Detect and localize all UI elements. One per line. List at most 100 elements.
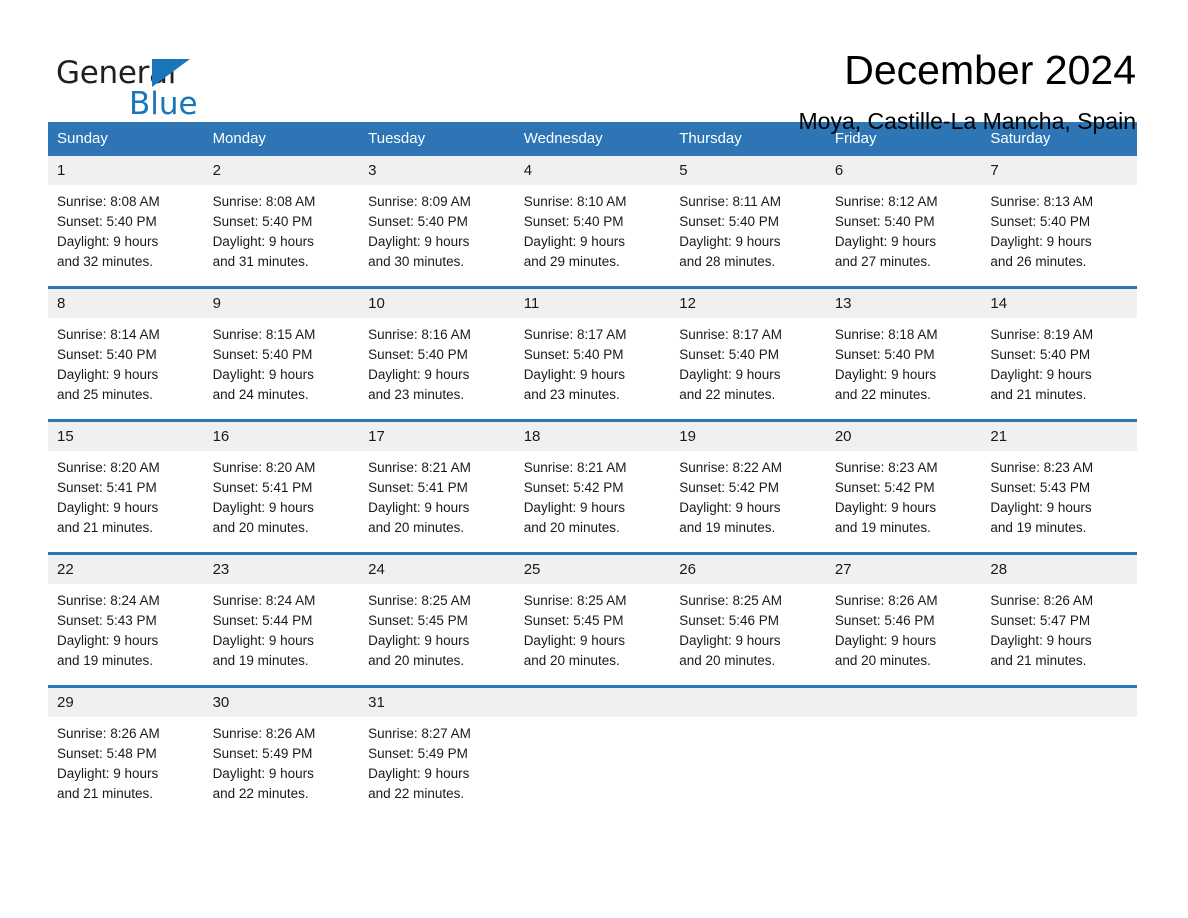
day-cell[interactable]: 27 Sunrise: 8:26 AM Sunset: 5:46 PM Dayl… (825, 552, 982, 687)
day-details: Sunrise: 8:26 AM Sunset: 5:49 PM Dayligh… (204, 717, 360, 818)
sunrise-text: Sunrise: 8:08 AM (57, 194, 160, 209)
day-cell[interactable]: 6 Sunrise: 8:12 AM Sunset: 5:40 PM Dayli… (825, 156, 982, 288)
day-cell[interactable]: 7 Sunrise: 8:13 AM Sunset: 5:40 PM Dayli… (981, 156, 1137, 288)
sunrise-text: Sunrise: 8:23 AM (990, 460, 1094, 475)
day-details: Sunrise: 8:08 AM Sunset: 5:40 PM Dayligh… (48, 185, 204, 286)
sunset-text: Sunset: 5:40 PM (57, 214, 157, 229)
day-details: Sunrise: 8:09 AM Sunset: 5:40 PM Dayligh… (359, 185, 515, 286)
day-cell[interactable]: 29 Sunrise: 8:26 AM Sunset: 5:48 PM Dayl… (48, 685, 204, 818)
day-cell[interactable]: 28 Sunrise: 8:26 AM Sunset: 5:47 PM Dayl… (981, 552, 1137, 687)
sunrise-sunset-calendar: Sunday Monday Tuesday Wednesday Thursday… (48, 122, 1137, 818)
day-cell[interactable]: 4 Sunrise: 8:10 AM Sunset: 5:40 PM Dayli… (514, 156, 671, 288)
sunset-text: Sunset: 5:40 PM (523, 347, 624, 362)
daylight-text-line1: Daylight: 9 hours (834, 500, 937, 515)
daylight-text-line1: Daylight: 9 hours (990, 633, 1092, 648)
sunrise-text: Sunrise: 8:17 AM (523, 327, 627, 342)
day-cell[interactable]: 8 Sunrise: 8:14 AM Sunset: 5:40 PM Dayli… (48, 286, 204, 421)
day-cell[interactable]: 19 Sunrise: 8:22 AM Sunset: 5:42 PM Dayl… (670, 419, 826, 554)
day-cell[interactable]: 14 Sunrise: 8:19 AM Sunset: 5:40 PM Dayl… (981, 286, 1137, 421)
day-details: Sunrise: 8:27 AM Sunset: 5:49 PM Dayligh… (359, 717, 515, 818)
generalblue-logo[interactable]: General Blue (56, 46, 256, 120)
calendar-week-row: 22 Sunrise: 8:24 AM Sunset: 5:43 PM Dayl… (48, 552, 1137, 687)
sunrise-text: Sunrise: 8:25 AM (679, 593, 783, 608)
page-header: General Blue December 2024 Moya, Castill… (0, 0, 1188, 134)
day-cell[interactable]: 9 Sunrise: 8:15 AM Sunset: 5:40 PM Dayli… (203, 286, 360, 421)
day-cell[interactable]: 17 Sunrise: 8:21 AM Sunset: 5:41 PM Dayl… (359, 419, 515, 554)
sunrise-text: Sunrise: 8:15 AM (212, 327, 316, 342)
daylight-text-line2: and 20 minutes. (212, 520, 309, 535)
daylight-text-line2: and 19 minutes. (57, 653, 154, 668)
sunrise-text: Sunrise: 8:26 AM (212, 726, 316, 741)
sunrise-text: Sunrise: 8:22 AM (679, 460, 783, 475)
day-cell[interactable]: 13 Sunrise: 8:18 AM Sunset: 5:40 PM Dayl… (825, 286, 982, 421)
day-number: 14 (981, 289, 1137, 318)
sunset-text: Sunset: 5:40 PM (523, 214, 624, 229)
sunrise-text: Sunrise: 8:16 AM (368, 327, 471, 342)
daylight-text-line2: and 21 minutes. (57, 520, 154, 535)
day-cell[interactable]: 3 Sunrise: 8:09 AM Sunset: 5:40 PM Dayli… (359, 156, 515, 288)
day-cell[interactable]: 11 Sunrise: 8:17 AM Sunset: 5:40 PM Dayl… (514, 286, 671, 421)
sunset-text: Sunset: 5:42 PM (834, 480, 935, 495)
day-details: Sunrise: 8:11 AM Sunset: 5:40 PM Dayligh… (670, 185, 826, 286)
sunset-text: Sunset: 5:44 PM (212, 613, 313, 628)
daylight-text-line1: Daylight: 9 hours (368, 234, 470, 249)
sunset-text: Sunset: 5:41 PM (368, 480, 468, 495)
day-number: 17 (359, 422, 515, 451)
day-cell[interactable]: 12 Sunrise: 8:17 AM Sunset: 5:40 PM Dayl… (670, 286, 826, 421)
daylight-text-line1: Daylight: 9 hours (523, 234, 625, 249)
day-number: 24 (359, 555, 515, 584)
day-cell[interactable]: 24 Sunrise: 8:25 AM Sunset: 5:45 PM Dayl… (359, 552, 515, 687)
sunrise-text: Sunrise: 8:12 AM (834, 194, 938, 209)
daylight-text-line2: and 30 minutes. (368, 254, 465, 269)
sunset-text: Sunset: 5:42 PM (679, 480, 780, 495)
day-cell[interactable]: 31 Sunrise: 8:27 AM Sunset: 5:49 PM Dayl… (359, 685, 515, 818)
sunset-text: Sunset: 5:43 PM (990, 480, 1091, 495)
day-cell[interactable]: 2 Sunrise: 8:08 AM Sunset: 5:40 PM Dayli… (203, 156, 360, 288)
day-number: 11 (514, 289, 671, 318)
daylight-text-line1: Daylight: 9 hours (212, 367, 314, 382)
daylight-text-line2: and 20 minutes. (523, 653, 620, 668)
day-cell[interactable]: 23 Sunrise: 8:24 AM Sunset: 5:44 PM Dayl… (203, 552, 360, 687)
daylight-text-line1: Daylight: 9 hours (679, 500, 781, 515)
daylight-text-line2: and 22 minutes. (212, 786, 309, 801)
day-cell[interactable]: 21 Sunrise: 8:23 AM Sunset: 5:43 PM Dayl… (981, 419, 1137, 554)
day-details: Sunrise: 8:20 AM Sunset: 5:41 PM Dayligh… (48, 451, 204, 552)
day-cell[interactable]: 1 Sunrise: 8:08 AM Sunset: 5:40 PM Dayli… (48, 156, 204, 288)
day-number: 5 (670, 156, 826, 185)
day-cell[interactable]: 26 Sunrise: 8:25 AM Sunset: 5:46 PM Dayl… (670, 552, 826, 687)
day-number: 30 (203, 688, 360, 717)
sunset-text: Sunset: 5:40 PM (368, 214, 468, 229)
sunrise-text: Sunrise: 8:26 AM (834, 593, 938, 608)
daylight-text-line2: and 24 minutes. (212, 387, 309, 402)
sunrise-text: Sunrise: 8:19 AM (990, 327, 1094, 342)
day-details: Sunrise: 8:26 AM Sunset: 5:46 PM Dayligh… (826, 584, 982, 685)
day-details: Sunrise: 8:15 AM Sunset: 5:40 PM Dayligh… (204, 318, 360, 419)
day-number: 29 (48, 688, 204, 717)
day-cell[interactable]: 18 Sunrise: 8:21 AM Sunset: 5:42 PM Dayl… (514, 419, 671, 554)
sunrise-text: Sunrise: 8:13 AM (990, 194, 1094, 209)
daylight-text-line1: Daylight: 9 hours (990, 500, 1092, 515)
day-cell[interactable]: 10 Sunrise: 8:16 AM Sunset: 5:40 PM Dayl… (359, 286, 515, 421)
daylight-text-line2: and 22 minutes. (834, 387, 931, 402)
calendar-week-row: 29 Sunrise: 8:26 AM Sunset: 5:48 PM Dayl… (48, 685, 1137, 818)
daylight-text-line2: and 23 minutes. (523, 387, 620, 402)
daylight-text-line1: Daylight: 9 hours (212, 234, 314, 249)
day-cell[interactable]: 5 Sunrise: 8:11 AM Sunset: 5:40 PM Dayli… (670, 156, 826, 288)
day-cell[interactable]: 20 Sunrise: 8:23 AM Sunset: 5:42 PM Dayl… (825, 419, 982, 554)
daylight-text-line2: and 20 minutes. (834, 653, 931, 668)
daylight-text-line1: Daylight: 9 hours (57, 766, 159, 781)
sunset-text: Sunset: 5:43 PM (57, 613, 157, 628)
day-cell[interactable]: 16 Sunrise: 8:20 AM Sunset: 5:41 PM Dayl… (203, 419, 360, 554)
daylight-text-line1: Daylight: 9 hours (57, 500, 159, 515)
day-cell[interactable]: 25 Sunrise: 8:25 AM Sunset: 5:45 PM Dayl… (514, 552, 671, 687)
sunset-text: Sunset: 5:40 PM (990, 214, 1091, 229)
sunset-text: Sunset: 5:46 PM (834, 613, 935, 628)
day-details: Sunrise: 8:26 AM Sunset: 5:48 PM Dayligh… (48, 717, 204, 818)
sunset-text: Sunset: 5:40 PM (834, 214, 935, 229)
day-cell[interactable]: 15 Sunrise: 8:20 AM Sunset: 5:41 PM Dayl… (48, 419, 204, 554)
daylight-text-line2: and 22 minutes. (368, 786, 465, 801)
day-cell[interactable]: 22 Sunrise: 8:24 AM Sunset: 5:43 PM Dayl… (48, 552, 204, 687)
day-cell[interactable]: 30 Sunrise: 8:26 AM Sunset: 5:49 PM Dayl… (203, 685, 360, 818)
logo-text-blue: Blue (129, 86, 198, 122)
daylight-text-line2: and 20 minutes. (368, 520, 465, 535)
